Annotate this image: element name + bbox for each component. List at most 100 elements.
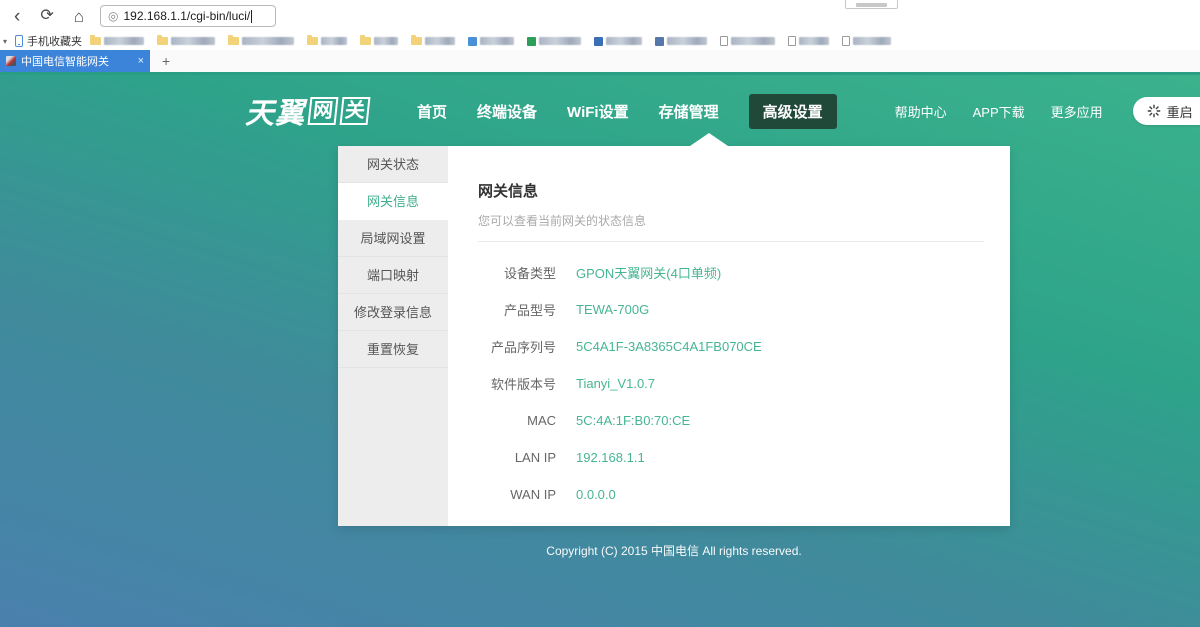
gateway-page: 天翼 网 关 首页 终端设备 WiFi设置 存储管理 高级设置 帮助中心 APP… bbox=[0, 75, 1200, 627]
address-url[interactable]: 192.168.1.1/cgi-bin/luci/ bbox=[124, 9, 251, 23]
bookmark-blur bbox=[104, 37, 144, 45]
sidebar-item-port-mapping[interactable]: 端口映射 bbox=[338, 257, 448, 294]
bookmark-icon bbox=[468, 37, 477, 46]
bookmark-item[interactable] bbox=[468, 37, 514, 46]
restart-button[interactable]: 重启 bbox=[1147, 102, 1193, 121]
bookmark-icon bbox=[594, 37, 603, 46]
panel-caret bbox=[690, 133, 728, 146]
page-subtitle: 您可以查看当前网关的状态信息 bbox=[478, 212, 984, 229]
new-tab-icon[interactable]: + bbox=[150, 50, 182, 72]
home-icon[interactable]: ⌂ bbox=[64, 8, 94, 25]
header-action-pill: 重启 退出 bbox=[1133, 97, 1200, 125]
bookmark-blur bbox=[171, 37, 215, 45]
bookmark-blur bbox=[853, 37, 891, 45]
folder-icon bbox=[411, 37, 422, 45]
field-value: 5C:4A:1F:B0:70:CE bbox=[576, 413, 690, 428]
bookmark-icon bbox=[527, 37, 536, 46]
nav-home[interactable]: 首页 bbox=[417, 101, 447, 122]
field-value: Tianyi_V1.0.7 bbox=[576, 376, 655, 391]
folder-icon bbox=[157, 37, 168, 45]
bookmark-blur bbox=[242, 37, 294, 45]
folder-icon bbox=[90, 37, 101, 45]
bookmark-item[interactable] bbox=[788, 36, 829, 46]
link-help-center[interactable]: 帮助中心 bbox=[895, 102, 947, 121]
bookmark-blur bbox=[731, 37, 775, 45]
logo-box-char: 网 bbox=[308, 97, 339, 125]
gateway-header: 天翼 网 关 首页 终端设备 WiFi设置 存储管理 高级设置 帮助中心 APP… bbox=[0, 75, 1200, 133]
sidebar-item-lan-settings[interactable]: 局域网设置 bbox=[338, 220, 448, 257]
bookmark-blur bbox=[425, 37, 455, 45]
link-more-apps[interactable]: 更多应用 bbox=[1051, 102, 1103, 121]
back-icon[interactable]: ‹ bbox=[4, 7, 30, 26]
bookmark-phone-favorites[interactable]: 手机收藏夹 bbox=[11, 33, 90, 49]
field-value: TEWA-700G bbox=[576, 302, 649, 317]
field-row-software-version: 软件版本号 Tianyi_V1.0.7 bbox=[478, 365, 984, 402]
field-value: GPON天翼网关(4口单频) bbox=[576, 263, 721, 282]
page-title: 网关信息 bbox=[478, 180, 984, 201]
partial-tooltip bbox=[845, 0, 898, 9]
bookmark-item[interactable] bbox=[360, 37, 398, 45]
bookmark-blur bbox=[667, 37, 707, 45]
nav-storage-management[interactable]: 存储管理 bbox=[659, 101, 719, 122]
sidebar-item-reset-restore[interactable]: 重置恢复 bbox=[338, 331, 448, 368]
field-value: 0.0.0.0 bbox=[576, 487, 616, 502]
nav-terminal-devices[interactable]: 终端设备 bbox=[477, 101, 537, 122]
header-links: 帮助中心 APP下载 更多应用 bbox=[895, 102, 1103, 121]
bookmarks-overflow-icon[interactable]: ▾ bbox=[0, 37, 11, 46]
sidebar-item-gateway-status[interactable]: 网关状态 bbox=[338, 146, 448, 183]
bookmark-item[interactable] bbox=[594, 37, 642, 46]
field-label: WAN IP bbox=[478, 487, 556, 502]
bookmark-item[interactable] bbox=[157, 37, 215, 45]
tooltip-smudge bbox=[856, 3, 887, 7]
bookmark-item[interactable] bbox=[527, 37, 581, 46]
logo-text: 天翼 bbox=[245, 90, 305, 132]
bookmark-icon bbox=[655, 37, 664, 46]
tianyi-gateway-logo: 天翼 网 关 bbox=[245, 90, 369, 132]
sidebar-item-gateway-info[interactable]: 网关信息 bbox=[338, 183, 448, 220]
field-label: 产品型号 bbox=[478, 300, 556, 319]
browser-toolbar: ‹ ⟳ ⌂ ◎ 192.168.1.1/cgi-bin/luci/ bbox=[0, 0, 1200, 32]
site-badge-icon[interactable]: ◎ bbox=[108, 9, 118, 23]
folder-icon bbox=[228, 37, 239, 45]
bookmark-blur bbox=[606, 37, 642, 45]
field-label: LAN IP bbox=[478, 450, 556, 465]
field-value: 5C4A1F-3A8365C4A1FB070CE bbox=[576, 339, 762, 354]
bookmark-blur bbox=[321, 37, 347, 45]
field-label: 设备类型 bbox=[478, 263, 556, 282]
field-row-serial-number: 产品序列号 5C4A1F-3A8365C4A1FB070CE bbox=[478, 328, 984, 365]
tab-close-icon[interactable]: × bbox=[132, 55, 144, 67]
copyright-footer: Copyright (C) 2015 中国电信 All rights reser… bbox=[338, 542, 1010, 559]
field-row-wan-ip: WAN IP 0.0.0.0 bbox=[478, 476, 984, 513]
page-icon bbox=[788, 36, 796, 46]
page-icon bbox=[720, 36, 728, 46]
sidebar-item-change-login-info[interactable]: 修改登录信息 bbox=[338, 294, 448, 331]
gateway-info-content: 网关信息 您可以查看当前网关的状态信息 设备类型 GPON天翼网关(4口单频) … bbox=[448, 146, 1010, 526]
bookmark-blur bbox=[480, 37, 514, 45]
tab-bar: 中国电信智能网关 × + bbox=[0, 50, 1200, 72]
address-bar[interactable]: ◎ 192.168.1.1/cgi-bin/luci/ bbox=[100, 5, 276, 27]
info-fields: 设备类型 GPON天翼网关(4口单频) 产品型号 TEWA-700G 产品序列号… bbox=[478, 254, 984, 513]
bookmark-blur bbox=[539, 37, 581, 45]
field-row-product-model: 产品型号 TEWA-700G bbox=[478, 291, 984, 328]
title-divider bbox=[478, 241, 984, 242]
bookmark-item[interactable] bbox=[307, 37, 347, 45]
field-row-device-type: 设备类型 GPON天翼网关(4口单频) bbox=[478, 254, 984, 291]
settings-sidebar: 网关状态 网关信息 局域网设置 端口映射 修改登录信息 重置恢复 bbox=[338, 146, 448, 526]
reload-icon[interactable]: ⟳ bbox=[30, 8, 63, 24]
bookmark-item[interactable] bbox=[655, 37, 707, 46]
settings-panel: 网关状态 网关信息 局域网设置 端口映射 修改登录信息 重置恢复 网关信息 您可… bbox=[338, 146, 1010, 526]
nav-wifi-settings[interactable]: WiFi设置 bbox=[567, 101, 629, 122]
tab-title: 中国电信智能网关 bbox=[21, 53, 132, 69]
text-caret bbox=[251, 10, 252, 23]
bookmark-item[interactable] bbox=[90, 37, 144, 45]
bookmark-item[interactable] bbox=[842, 36, 891, 46]
field-label: 产品序列号 bbox=[478, 337, 556, 356]
bookmark-item[interactable] bbox=[411, 37, 455, 45]
bookmark-item[interactable] bbox=[228, 37, 294, 45]
bookmark-item[interactable] bbox=[720, 36, 775, 46]
phone-icon bbox=[15, 35, 23, 47]
nav-advanced-settings[interactable]: 高级设置 bbox=[749, 94, 837, 129]
tab-active[interactable]: 中国电信智能网关 × bbox=[0, 50, 150, 72]
link-app-download[interactable]: APP下载 bbox=[973, 102, 1025, 121]
restart-spinner-icon bbox=[1147, 104, 1161, 118]
